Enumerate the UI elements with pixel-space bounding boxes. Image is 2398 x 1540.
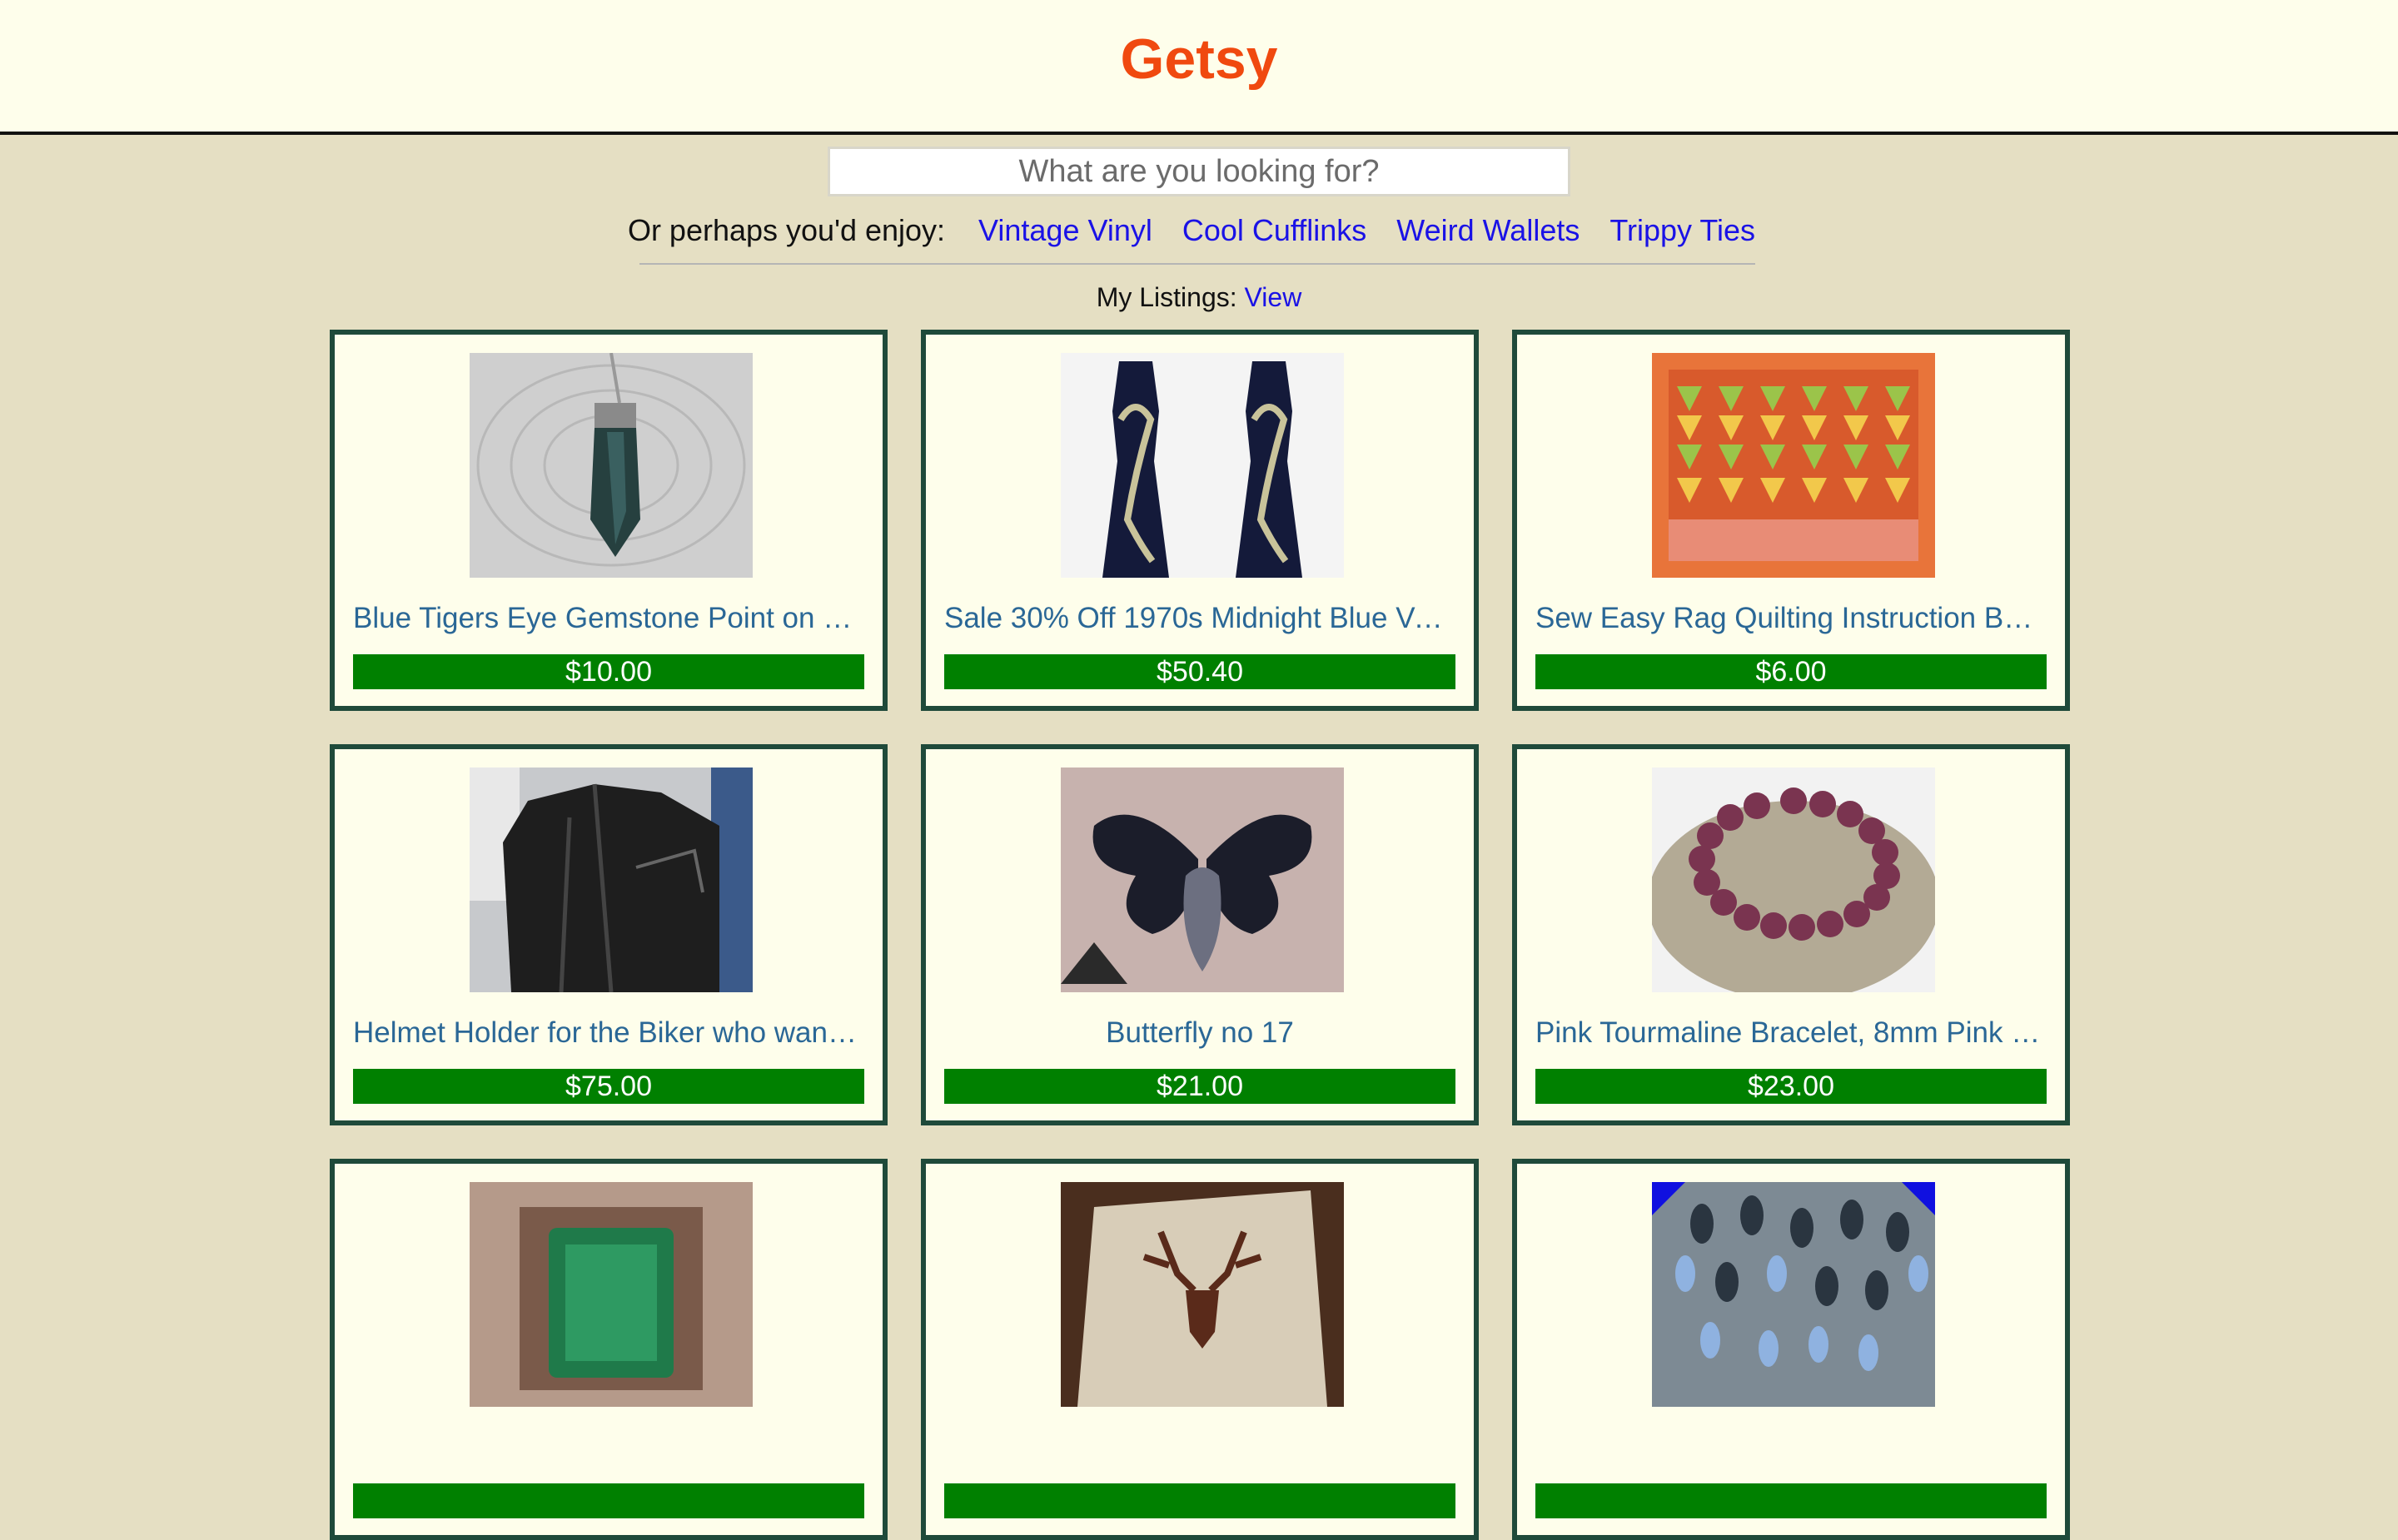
product-card[interactable]: Helmet Holder for the Biker who wants it… <box>330 744 888 1125</box>
product-image-quilting-book[interactable] <box>1652 353 1935 578</box>
product-price: $10.00 <box>353 654 864 689</box>
product-image-gemstone-pendant[interactable] <box>470 353 753 578</box>
product-title[interactable]: Blue Tigers Eye Gemstone Point on Sterli… <box>353 598 864 639</box>
product-card[interactable]: Blue Tigers Eye Gemstone Point on Sterli… <box>330 330 888 711</box>
my-listings-view-link[interactable]: View <box>1245 282 1302 312</box>
divider <box>639 263 1755 265</box>
product-price: $75.00 <box>353 1069 864 1104</box>
product-image-butterfly-brooch[interactable] <box>1061 768 1344 992</box>
suggestion-link-weird-wallets[interactable]: Weird Wallets <box>1396 213 1580 247</box>
product-price: $50.40 <box>944 654 1455 689</box>
my-listings: My Listings: View <box>0 276 2398 318</box>
product-card[interactable] <box>330 1159 888 1540</box>
product-price: $6.00 <box>1535 654 2047 689</box>
product-price: $23.00 <box>1535 1069 2047 1104</box>
brand-logo[interactable]: Getsy <box>0 27 2398 92</box>
product-title[interactable]: Sale 30% Off 1970s Midnight Blue Velvet … <box>944 598 1455 639</box>
suggestion-link-cool-cufflinks[interactable]: Cool Cufflinks <box>1182 213 1366 247</box>
product-card[interactable]: Sale 30% Off 1970s Midnight Blue Velvet … <box>921 330 1479 711</box>
search-input[interactable] <box>828 147 1570 196</box>
product-price: $21.00 <box>944 1069 1455 1104</box>
product-card[interactable] <box>1512 1159 2070 1540</box>
product-card[interactable]: Butterfly no 17 $21.00 <box>921 744 1479 1125</box>
site-header: Getsy <box>0 0 2398 135</box>
product-card[interactable] <box>921 1159 1479 1540</box>
product-price <box>353 1483 864 1518</box>
product-image-velvet-dress[interactable] <box>1061 353 1344 578</box>
suggestions-label: Or perhaps you'd enjoy: <box>627 213 946 247</box>
suggestion-link-trippy-ties[interactable]: Trippy Ties <box>1609 213 1755 247</box>
product-image-stag-pouch[interactable] <box>1061 1182 1344 1407</box>
product-image-emerald-ring[interactable] <box>470 1182 753 1407</box>
product-card[interactable]: Sew Easy Rag Quilting Instruction Book $… <box>1512 330 2070 711</box>
product-image-leather-jacket[interactable] <box>470 768 753 992</box>
product-price <box>944 1483 1455 1518</box>
product-title[interactable]: Helmet Holder for the Biker who wants it… <box>353 1012 864 1054</box>
product-title[interactable]: Sew Easy Rag Quilting Instruction Book <box>1535 598 2047 639</box>
product-title[interactable]: Pink Tourmaline Bracelet, 8mm Pink Beads <box>1535 1012 2047 1054</box>
product-card[interactable]: Pink Tourmaline Bracelet, 8mm Pink Beads… <box>1512 744 2070 1125</box>
suggestions-bar: Or perhaps you'd enjoy: Vintage Vinyl Cool… <box>0 210 2398 251</box>
product-image-bead-bracelet[interactable] <box>1652 768 1935 992</box>
product-price <box>1535 1483 2047 1518</box>
suggestion-link-vintage-vinyl[interactable]: Vintage Vinyl <box>978 213 1152 247</box>
product-image-blue-crystals[interactable] <box>1652 1182 1935 1407</box>
my-listings-label: My Listings: <box>1096 282 1237 312</box>
product-title[interactable]: Butterfly no 17 <box>944 1012 1455 1054</box>
